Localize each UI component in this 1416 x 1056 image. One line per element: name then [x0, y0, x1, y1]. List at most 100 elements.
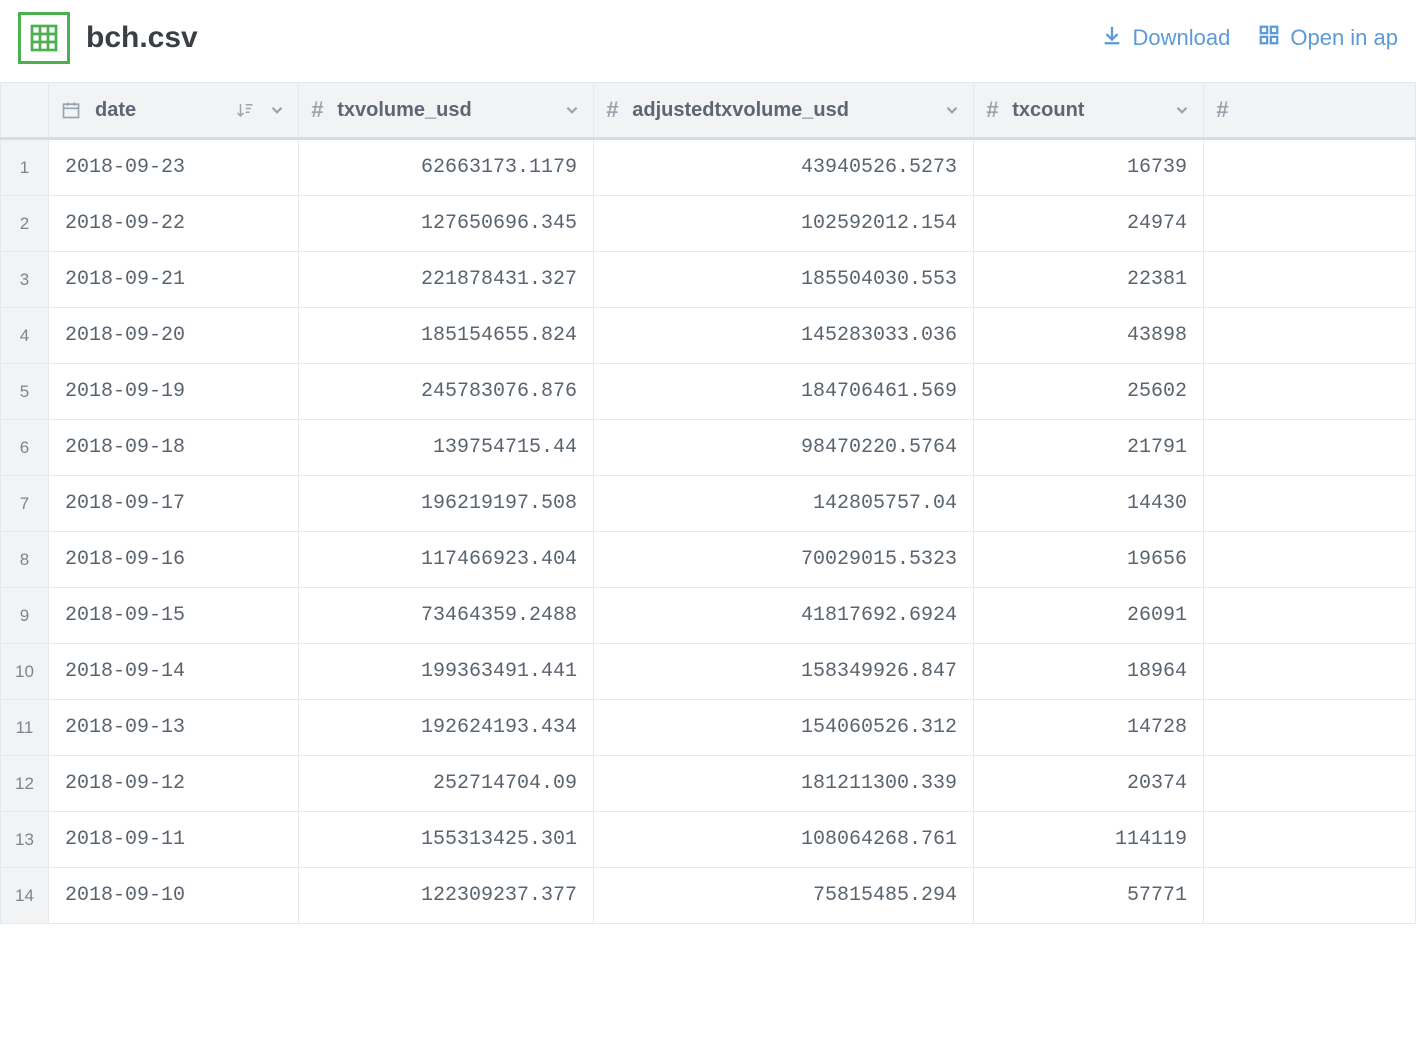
open-in-app-button[interactable]: Open in ap	[1258, 24, 1398, 52]
cell-adjtxvolume[interactable]: 102592012.154	[594, 196, 974, 252]
chevron-down-icon[interactable]	[1173, 101, 1191, 119]
cell-adjtxvolume[interactable]: 108064268.761	[594, 812, 974, 868]
cell-date[interactable]: 2018-09-11	[49, 812, 299, 868]
table-row[interactable]: 62018-09-18139754715.4498470220.57642179…	[1, 420, 1416, 476]
cell-date[interactable]: 2018-09-14	[49, 644, 299, 700]
cell-txvolume[interactable]: 127650696.345	[299, 196, 594, 252]
cell-txvolume[interactable]: 155313425.301	[299, 812, 594, 868]
column-header-txvolume[interactable]: # txvolume_usd	[299, 83, 594, 139]
cell-txvolume[interactable]: 117466923.404	[299, 532, 594, 588]
cell-txcount[interactable]: 26091	[974, 588, 1204, 644]
cell-txcount[interactable]: 14430	[974, 476, 1204, 532]
cell-adjtxvolume[interactable]: 41817692.6924	[594, 588, 974, 644]
column-header-txcount[interactable]: # txcount	[974, 83, 1204, 139]
cell-adjtxvolume[interactable]: 185504030.553	[594, 252, 974, 308]
cell-adjtxvolume[interactable]: 184706461.569	[594, 364, 974, 420]
cell-txvolume[interactable]: 221878431.327	[299, 252, 594, 308]
cell-date[interactable]: 2018-09-23	[49, 139, 299, 196]
cell-adjtxvolume[interactable]: 75815485.294	[594, 868, 974, 924]
cell-extra[interactable]	[1204, 588, 1416, 644]
cell-adjtxvolume[interactable]: 98470220.5764	[594, 420, 974, 476]
download-button[interactable]: Download	[1101, 24, 1231, 52]
table-row[interactable]: 142018-09-10122309237.37775815485.294577…	[1, 868, 1416, 924]
table-row[interactable]: 42018-09-20185154655.824145283033.036438…	[1, 308, 1416, 364]
cell-adjtxvolume[interactable]: 158349926.847	[594, 644, 974, 700]
cell-date[interactable]: 2018-09-19	[49, 364, 299, 420]
cell-txvolume[interactable]: 73464359.2488	[299, 588, 594, 644]
cell-extra[interactable]	[1204, 868, 1416, 924]
cell-date[interactable]: 2018-09-12	[49, 756, 299, 812]
cell-txvolume[interactable]: 192624193.434	[299, 700, 594, 756]
table-row[interactable]: 72018-09-17196219197.508142805757.041443…	[1, 476, 1416, 532]
column-header-extra[interactable]: #	[1204, 83, 1416, 139]
cell-date[interactable]: 2018-09-21	[49, 252, 299, 308]
cell-extra[interactable]	[1204, 308, 1416, 364]
cell-txcount[interactable]: 20374	[974, 756, 1204, 812]
cell-txvolume[interactable]: 139754715.44	[299, 420, 594, 476]
sort-desc-icon[interactable]	[236, 101, 254, 119]
cell-date[interactable]: 2018-09-22	[49, 196, 299, 252]
cell-txvolume[interactable]: 252714704.09	[299, 756, 594, 812]
table-row[interactable]: 102018-09-14199363491.441158349926.84718…	[1, 644, 1416, 700]
cell-adjtxvolume[interactable]: 154060526.312	[594, 700, 974, 756]
table-row[interactable]: 82018-09-16117466923.40470029015.5323196…	[1, 532, 1416, 588]
cell-date[interactable]: 2018-09-16	[49, 532, 299, 588]
cell-txcount[interactable]: 19656	[974, 532, 1204, 588]
cell-date[interactable]: 2018-09-17	[49, 476, 299, 532]
cell-date[interactable]: 2018-09-15	[49, 588, 299, 644]
cell-txcount[interactable]: 24974	[974, 196, 1204, 252]
cell-extra[interactable]	[1204, 756, 1416, 812]
row-number: 10	[1, 644, 49, 700]
cell-txvolume[interactable]: 196219197.508	[299, 476, 594, 532]
cell-extra[interactable]	[1204, 476, 1416, 532]
table-row[interactable]: 92018-09-1573464359.248841817692.6924260…	[1, 588, 1416, 644]
chevron-down-icon[interactable]	[563, 101, 581, 119]
cell-txcount[interactable]: 43898	[974, 308, 1204, 364]
cell-extra[interactable]	[1204, 700, 1416, 756]
cell-txcount[interactable]: 16739	[974, 139, 1204, 196]
cell-txcount[interactable]: 57771	[974, 868, 1204, 924]
cell-extra[interactable]	[1204, 420, 1416, 476]
cell-adjtxvolume[interactable]: 142805757.04	[594, 476, 974, 532]
table-row[interactable]: 122018-09-12252714704.09181211300.339203…	[1, 756, 1416, 812]
cell-extra[interactable]	[1204, 644, 1416, 700]
chevron-down-icon[interactable]	[268, 101, 286, 119]
cell-txvolume[interactable]: 199363491.441	[299, 644, 594, 700]
cell-txcount[interactable]: 18964	[974, 644, 1204, 700]
cell-txcount[interactable]: 114119	[974, 812, 1204, 868]
cell-extra[interactable]	[1204, 252, 1416, 308]
cell-date[interactable]: 2018-09-13	[49, 700, 299, 756]
cell-date[interactable]: 2018-09-10	[49, 868, 299, 924]
cell-txcount[interactable]: 22381	[974, 252, 1204, 308]
column-header-date[interactable]: date	[49, 83, 299, 139]
cell-adjtxvolume[interactable]: 181211300.339	[594, 756, 974, 812]
cell-extra[interactable]	[1204, 196, 1416, 252]
table-row[interactable]: 12018-09-2362663173.117943940526.5273167…	[1, 139, 1416, 196]
cell-extra[interactable]	[1204, 139, 1416, 196]
cell-txvolume[interactable]: 245783076.876	[299, 364, 594, 420]
cell-date[interactable]: 2018-09-20	[49, 308, 299, 364]
table-row[interactable]: 132018-09-11155313425.301108064268.76111…	[1, 812, 1416, 868]
cell-extra[interactable]	[1204, 364, 1416, 420]
cell-txcount[interactable]: 25602	[974, 364, 1204, 420]
cell-adjtxvolume[interactable]: 145283033.036	[594, 308, 974, 364]
table-row[interactable]: 112018-09-13192624193.434154060526.31214…	[1, 700, 1416, 756]
cell-txcount[interactable]: 14728	[974, 700, 1204, 756]
cell-txvolume[interactable]: 185154655.824	[299, 308, 594, 364]
cell-adjtxvolume[interactable]: 70029015.5323	[594, 532, 974, 588]
cell-date[interactable]: 2018-09-18	[49, 420, 299, 476]
row-number: 5	[1, 364, 49, 420]
table-row[interactable]: 52018-09-19245783076.876184706461.569256…	[1, 364, 1416, 420]
cell-txvolume[interactable]: 62663173.1179	[299, 139, 594, 196]
column-title: txvolume_usd	[337, 99, 471, 122]
column-header-adjtxvolume[interactable]: # adjustedtxvolume_usd	[594, 83, 974, 139]
cell-extra[interactable]	[1204, 532, 1416, 588]
cell-extra[interactable]	[1204, 812, 1416, 868]
chevron-down-icon[interactable]	[943, 101, 961, 119]
cell-txvolume[interactable]: 122309237.377	[299, 868, 594, 924]
header-actions: Download Open in ap	[1101, 24, 1398, 52]
table-row[interactable]: 32018-09-21221878431.327185504030.553223…	[1, 252, 1416, 308]
table-row[interactable]: 22018-09-22127650696.345102592012.154249…	[1, 196, 1416, 252]
cell-txcount[interactable]: 21791	[974, 420, 1204, 476]
cell-adjtxvolume[interactable]: 43940526.5273	[594, 139, 974, 196]
